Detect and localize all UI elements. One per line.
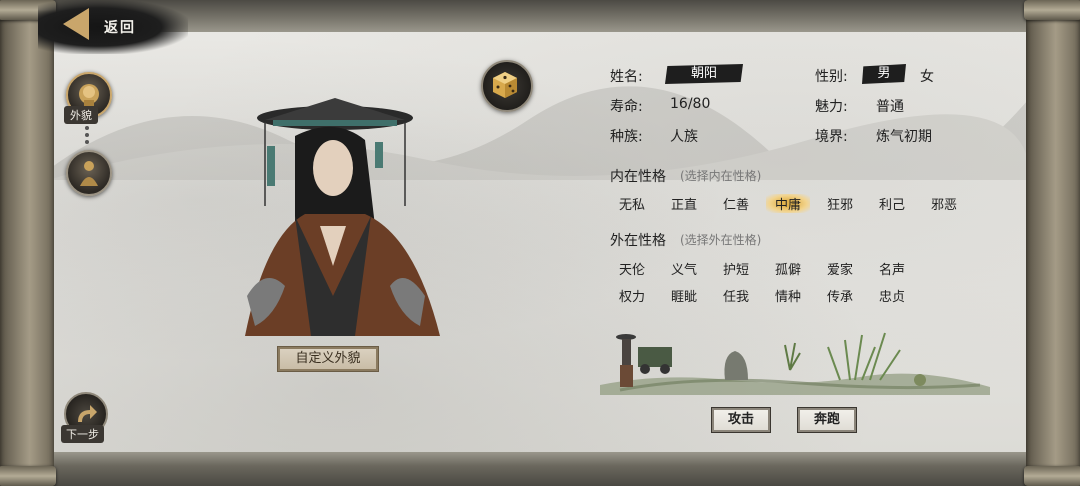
inner-personality-title: 内在性格 bbox=[610, 169, 666, 185]
race-value: 人族 bbox=[670, 129, 698, 145]
back-arrow-icon[interactable] bbox=[63, 8, 89, 40]
name-field[interactable]: 朝阳 bbox=[665, 64, 743, 84]
name-label: 姓名: bbox=[610, 69, 643, 85]
outer-trait[interactable]: 爱家 bbox=[818, 259, 862, 278]
dice-icon bbox=[493, 72, 517, 98]
outer-trait[interactable]: 权力 bbox=[610, 286, 654, 305]
charm-label: 魅力: bbox=[815, 99, 848, 115]
outer-trait[interactable]: 传承 bbox=[818, 286, 862, 305]
top-frame-band bbox=[40, 0, 1040, 32]
inner-trait[interactable]: 狂邪 bbox=[818, 194, 862, 213]
flee-button[interactable]: 奔跑 bbox=[797, 407, 857, 433]
lifespan-value: 16/80 bbox=[670, 96, 711, 112]
outer-trait[interactable]: 护短 bbox=[714, 259, 758, 278]
outer-personality-hint: (选择外在性格) bbox=[680, 233, 762, 247]
inner-trait[interactable]: 仁善 bbox=[714, 194, 758, 213]
outer-trait[interactable]: 睚眦 bbox=[662, 286, 706, 305]
race-label: 种族: bbox=[610, 129, 643, 145]
lifespan-label: 寿命: bbox=[610, 99, 643, 115]
custom-appearance-button[interactable]: 自定义外貌 bbox=[277, 346, 379, 372]
inner-trait[interactable]: 无私 bbox=[610, 194, 654, 213]
inner-trait[interactable]: 利己 bbox=[870, 194, 914, 213]
divider-dots bbox=[85, 126, 89, 147]
bottom-frame-band bbox=[40, 452, 1040, 486]
appearance-tab-label[interactable]: 外貌 bbox=[64, 106, 98, 124]
outer-trait[interactable]: 孤僻 bbox=[766, 259, 810, 278]
outer-trait[interactable]: 忠贞 bbox=[870, 286, 914, 305]
gender-female-option[interactable]: 女 bbox=[920, 66, 934, 86]
outer-trait[interactable]: 名声 bbox=[870, 259, 914, 278]
inner-trait-selected[interactable]: 中庸 bbox=[766, 194, 810, 213]
left-scroll-rod bbox=[0, 0, 56, 486]
inner-personality-hint: (选择内在性格) bbox=[680, 169, 762, 183]
outer-trait[interactable]: 天伦 bbox=[610, 259, 654, 278]
right-scroll-rod bbox=[1024, 0, 1080, 486]
outer-trait[interactable]: 任我 bbox=[714, 286, 758, 305]
character-portrait bbox=[245, 98, 440, 336]
outer-trait[interactable]: 义气 bbox=[662, 259, 706, 278]
inner-trait[interactable]: 正直 bbox=[662, 194, 706, 213]
figure-statue-icon bbox=[80, 161, 98, 186]
figure-tab-button[interactable] bbox=[66, 150, 112, 196]
charm-value: 普通 bbox=[876, 99, 904, 115]
battle-scene-preview bbox=[600, 332, 990, 395]
inner-trait[interactable]: 邪恶 bbox=[922, 194, 966, 213]
randomize-dice-button[interactable] bbox=[481, 60, 533, 112]
realm-value: 炼气初期 bbox=[876, 129, 932, 145]
attack-button[interactable]: 攻击 bbox=[711, 407, 771, 433]
next-step-label[interactable]: 下一步 bbox=[61, 425, 104, 443]
gender-label: 性别: bbox=[815, 69, 848, 85]
gender-male-option[interactable]: 男 bbox=[862, 64, 906, 84]
realm-label: 境界: bbox=[815, 129, 848, 145]
back-label[interactable]: 返回 bbox=[104, 17, 136, 37]
outer-trait[interactable]: 情种 bbox=[766, 286, 810, 305]
outer-personality-title: 外在性格 bbox=[610, 233, 666, 249]
